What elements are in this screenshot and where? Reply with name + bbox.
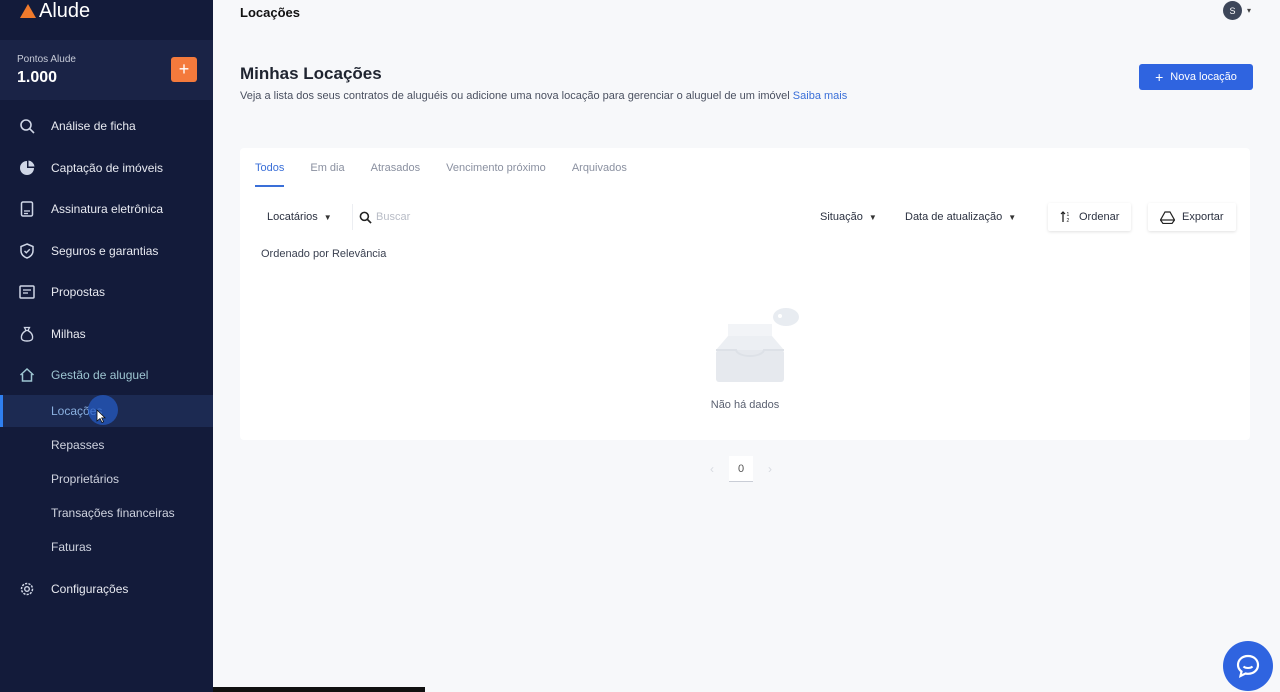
status-dropdown[interactable]: Situação ▼	[820, 204, 877, 230]
ordering-info: Ordenado por Relevância	[261, 248, 386, 260]
pagination: ‹ 0 ›	[701, 456, 781, 482]
tab-todos[interactable]: Todos	[255, 162, 285, 187]
page-breadcrumb: Locações	[240, 5, 300, 20]
sidebar-item-analise-ficha[interactable]: Análise de ficha	[0, 107, 213, 145]
prev-page-icon[interactable]: ‹	[701, 457, 723, 481]
caret-down-icon: ▼	[1008, 212, 1017, 222]
bottom-bar	[213, 687, 425, 692]
updated-date-dropdown[interactable]: Data de atualização ▼	[905, 204, 1017, 230]
page-description-text: Veja a lista dos seus contratos de alugu…	[240, 90, 790, 102]
pie-chart-icon	[19, 160, 35, 176]
rentals-card: Todos Em dia Atrasados Vencimento próxim…	[240, 148, 1250, 440]
money-bag-icon	[19, 326, 35, 342]
alude-logo-icon	[20, 4, 36, 18]
chevron-down-icon[interactable]: ▾	[1247, 6, 1251, 15]
top-bar: Locações S ▾	[213, 0, 1280, 30]
document-sign-icon	[19, 201, 35, 217]
home-icon	[19, 367, 35, 383]
brand-name: Alude	[39, 0, 91, 22]
svg-text:2: 2	[1067, 218, 1070, 223]
sidebar-item-label: Configurações	[51, 582, 129, 596]
sidebar: Alude Pontos Alude 1.000 + Análise de fi…	[0, 0, 213, 692]
sidebar-item-label: Gestão de aluguel	[51, 368, 149, 382]
caret-down-icon: ▼	[868, 212, 877, 222]
sidebar-item-label: Propostas	[51, 285, 106, 299]
points-panel: Pontos Alude 1.000 +	[0, 40, 213, 100]
sidebar-subitem-faturas[interactable]: Faturas	[0, 531, 213, 563]
status-tabs: Todos Em dia Atrasados Vencimento próxim…	[255, 162, 627, 187]
filter-bar: Locatários ▼ Situação ▼ Data de atualiza…	[255, 203, 1240, 231]
empty-state-text: Não há dados	[710, 399, 780, 411]
learn-more-link[interactable]: Saiba mais	[793, 90, 847, 102]
points-label: Pontos Alude	[17, 54, 76, 65]
search-icon	[19, 118, 35, 134]
sidebar-item-assinatura[interactable]: Assinatura eletrônica	[0, 190, 213, 228]
tab-em-dia[interactable]: Em dia	[310, 162, 344, 187]
sidebar-item-label: Milhas	[51, 327, 86, 341]
tenants-dropdown-label: Locatários	[267, 211, 318, 223]
export-button-label: Exportar	[1182, 211, 1224, 223]
sort-button-label: Ordenar	[1079, 211, 1120, 223]
avatar[interactable]: S	[1223, 1, 1242, 20]
ordering-value: Relevância	[331, 248, 387, 260]
gear-icon	[19, 581, 35, 597]
search-field[interactable]	[352, 204, 794, 230]
search-icon	[359, 211, 372, 224]
chat-support-button[interactable]	[1223, 641, 1273, 691]
sidebar-subitem-label: Transações financeiras	[51, 506, 175, 520]
shield-icon	[19, 243, 35, 259]
sidebar-subitem-repasses[interactable]: Repasses	[0, 429, 213, 461]
sidebar-item-gestao-aluguel[interactable]: Gestão de aluguel	[0, 356, 213, 394]
sidebar-subitem-label: Faturas	[51, 540, 92, 554]
tenants-dropdown[interactable]: Locatários ▼	[267, 204, 332, 230]
caret-down-icon: ▼	[323, 212, 332, 222]
sidebar-item-label: Análise de ficha	[51, 119, 136, 133]
mouse-pointer-icon	[96, 409, 106, 423]
tab-vencimento-proximo[interactable]: Vencimento próximo	[446, 162, 546, 187]
ordering-label: Ordenado por	[261, 248, 329, 260]
brand-logo[interactable]: Alude	[20, 0, 90, 22]
sidebar-item-configuracoes[interactable]: Configurações	[0, 570, 213, 608]
sidebar-item-label: Seguros e garantias	[51, 244, 159, 258]
tab-arquivados[interactable]: Arquivados	[572, 162, 627, 187]
sidebar-item-propostas[interactable]: Propostas	[0, 273, 213, 311]
tab-atrasados[interactable]: Atrasados	[371, 162, 421, 187]
status-dropdown-label: Situação	[820, 211, 863, 223]
new-rental-label: Nova locação	[1170, 71, 1237, 83]
sort-icon: 12	[1060, 211, 1070, 223]
sidebar-item-seguros[interactable]: Seguros e garantias	[0, 232, 213, 270]
sidebar-subitem-transacoes[interactable]: Transações financeiras	[0, 497, 213, 529]
proposal-icon	[19, 284, 35, 300]
chat-bubble-icon	[1236, 654, 1260, 679]
sort-button[interactable]: 12 Ordenar	[1048, 203, 1132, 231]
search-input[interactable]	[376, 211, 776, 223]
page-description: Veja a lista dos seus contratos de alugu…	[240, 90, 847, 102]
current-page[interactable]: 0	[729, 456, 753, 482]
points-value: 1.000	[17, 69, 58, 86]
sidebar-item-label: Captação de imóveis	[51, 161, 164, 175]
next-page-icon[interactable]: ›	[759, 457, 781, 481]
sidebar-subitem-label: Repasses	[51, 438, 105, 452]
new-rental-button[interactable]: + Nova locação	[1139, 64, 1253, 90]
sidebar-subitem-proprietarios[interactable]: Proprietários	[0, 463, 213, 495]
export-drive-icon	[1160, 210, 1175, 224]
export-button[interactable]: Exportar	[1148, 203, 1236, 231]
empty-inbox-icon	[716, 308, 799, 382]
sidebar-item-label: Assinatura eletrônica	[51, 202, 164, 216]
page-title: Minhas Locações	[240, 64, 382, 83]
sidebar-item-captacao[interactable]: Captação de imóveis	[0, 149, 213, 187]
updated-date-dropdown-label: Data de atualização	[905, 211, 1003, 223]
sidebar-subitem-label: Proprietários	[51, 472, 120, 486]
add-points-button[interactable]: +	[171, 57, 197, 82]
plus-icon: +	[1155, 69, 1164, 85]
sidebar-item-milhas[interactable]: Milhas	[0, 315, 213, 353]
